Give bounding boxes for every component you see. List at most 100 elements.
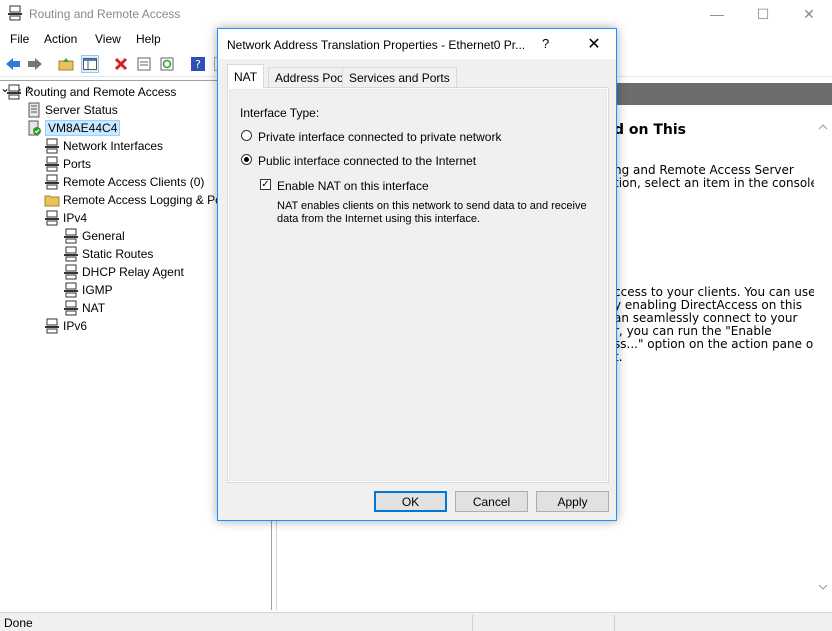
enable-nat-label[interactable]: Enable NAT on this interface xyxy=(277,179,429,193)
private-interface-radio[interactable] xyxy=(241,130,252,141)
menu-action[interactable]: Action xyxy=(44,32,77,46)
ipv4-icon xyxy=(45,210,59,226)
server-status-icon xyxy=(28,102,40,118)
interface-type-label: Interface Type: xyxy=(240,106,320,120)
info-text-line: r, you can run the "Enable xyxy=(614,324,772,338)
cancel-button[interactable]: Cancel xyxy=(455,491,528,512)
apply-button[interactable]: Apply xyxy=(536,491,609,512)
menu-file[interactable]: File xyxy=(10,32,29,46)
tree-item-label: Server Status xyxy=(45,103,118,117)
tree-item-igmp[interactable]: IGMP xyxy=(63,281,113,299)
tree-item-nat[interactable]: NAT xyxy=(63,299,105,317)
status-divider xyxy=(614,615,615,631)
forward-arrow-icon[interactable] xyxy=(26,55,44,73)
tree-item-label: NAT xyxy=(82,301,106,315)
nat-description-line: data from the Internet using this interf… xyxy=(277,213,481,225)
dialog-titlebar: Network Address Translation Properties -… xyxy=(218,29,616,59)
tree-item-label: Network Interfaces xyxy=(63,139,164,153)
public-interface-label[interactable]: Public interface connected to the Intern… xyxy=(258,154,476,168)
info-text-line: y enabling DirectAccess on this xyxy=(614,298,803,312)
tree-item-label: IPv4 xyxy=(63,211,88,225)
dialog-title: Network Address Translation Properties -… xyxy=(227,38,526,52)
tree-item-dhcp-relay[interactable]: DHCP Relay Agent xyxy=(63,263,184,281)
nat-properties-dialog: Network Address Translation Properties -… xyxy=(217,28,617,521)
tree-item-label: IGMP xyxy=(82,283,113,297)
tree-item-label: VM8AE44C4 xyxy=(45,120,121,136)
dialog-close-button[interactable]: ✕ xyxy=(580,33,608,55)
show-hide-tree-icon[interactable] xyxy=(81,55,99,73)
ok-button[interactable]: OK xyxy=(374,491,447,512)
tree-item-label: DHCP Relay Agent xyxy=(82,265,184,279)
svg-text:?: ? xyxy=(195,58,201,71)
static-routes-icon xyxy=(64,246,78,262)
tab-services-and-ports[interactable]: Services and Ports xyxy=(342,67,457,87)
close-icon: ✕ xyxy=(587,36,601,53)
tree-item-label: General xyxy=(82,229,125,243)
tree-item-label: IPv6 xyxy=(63,319,88,333)
public-interface-radio[interactable] xyxy=(241,154,252,165)
tree-item-label: Static Routes xyxy=(82,247,154,261)
nat-tab-page: Interface Type: Private interface connec… xyxy=(227,87,609,483)
scroll-down-icon[interactable] xyxy=(818,584,828,590)
properties-icon[interactable] xyxy=(135,55,153,73)
maximize-icon: ☐ xyxy=(756,5,770,22)
refresh-icon[interactable] xyxy=(158,55,176,73)
routing-app-icon xyxy=(8,5,22,21)
welcome-heading: d on This xyxy=(614,122,687,138)
window-title: Routing and Remote Access xyxy=(29,7,181,21)
menu-help[interactable]: Help xyxy=(136,32,161,46)
tree-item-label: Remote Access Logging & Po xyxy=(63,193,222,207)
ipv6-icon xyxy=(45,318,59,334)
nat-description-line: NAT enables clients on this network to s… xyxy=(277,200,587,212)
tree-item-network-interfaces[interactable]: Network Interfaces xyxy=(44,137,163,155)
folder-icon xyxy=(44,195,60,207)
up-folder-icon[interactable] xyxy=(57,55,75,73)
nat-tab-content: Interface Type: Private interface connec… xyxy=(229,89,607,481)
tree-item-ports[interactable]: Ports xyxy=(44,155,91,173)
status-text: Done xyxy=(4,616,33,630)
tree-item-remote-access-clients[interactable]: Remote Access Clients (0) xyxy=(44,173,204,191)
welcome-text-line: ng and Remote Access Server xyxy=(614,163,794,177)
menu-view[interactable]: View xyxy=(95,32,121,46)
clients-icon xyxy=(45,174,59,190)
scroll-up-icon[interactable] xyxy=(818,124,828,130)
status-divider xyxy=(472,615,473,631)
igmp-icon xyxy=(64,282,78,298)
tree-item-remote-access-logging[interactable]: Remote Access Logging & Po xyxy=(44,191,222,209)
server-icon xyxy=(28,120,41,136)
tree-item-label: Remote Access Clients (0) xyxy=(63,175,205,189)
tree-root[interactable]: Routing and Remote Access xyxy=(6,83,176,101)
tree-root-label: Routing and Remote Access xyxy=(25,85,177,99)
help-icon[interactable]: ? xyxy=(542,36,549,51)
tree-item-static-routes[interactable]: Static Routes xyxy=(63,245,153,263)
status-bar: Done xyxy=(0,612,832,631)
maximize-button[interactable]: ☐ xyxy=(740,0,786,28)
tab-nat[interactable]: NAT xyxy=(227,64,265,88)
tree-item-ipv4[interactable]: IPv4 xyxy=(44,209,87,227)
minimize-button[interactable]: — xyxy=(694,0,740,28)
tree-item-general[interactable]: General xyxy=(63,227,125,245)
tab-address-pool[interactable]: Address Pool xyxy=(268,67,354,87)
delete-icon[interactable] xyxy=(112,55,130,73)
close-button[interactable]: ✕ xyxy=(786,0,832,28)
vertical-scrollbar[interactable] xyxy=(814,118,832,608)
close-icon: ✕ xyxy=(803,5,815,22)
welcome-text-line: tion, select an item in the console xyxy=(614,176,818,190)
tree-item-server[interactable]: VM8AE44C4 xyxy=(26,119,121,137)
tree-item-ipv6[interactable]: IPv6 xyxy=(44,317,87,335)
general-icon xyxy=(64,228,78,244)
private-interface-label[interactable]: Private interface connected to private n… xyxy=(258,130,501,144)
dhcp-relay-icon xyxy=(64,264,78,280)
minimize-icon: — xyxy=(710,6,724,22)
main-titlebar: Routing and Remote Access — ☐ ✕ xyxy=(0,0,832,28)
enable-nat-checkbox[interactable]: ✓ xyxy=(260,179,271,190)
nat-icon xyxy=(64,300,78,316)
help-icon[interactable]: ? xyxy=(189,55,207,73)
info-text-line: ccess to your clients. You can use xyxy=(614,285,816,299)
routing-icon xyxy=(7,84,21,100)
info-text-line: ss..." option on the action pane on xyxy=(614,337,821,351)
network-interface-icon xyxy=(45,138,59,154)
tree-item-server-status[interactable]: Server Status xyxy=(26,101,118,119)
back-arrow-icon[interactable] xyxy=(4,55,22,73)
info-text-line: an seamlessly connect to your xyxy=(614,311,798,325)
